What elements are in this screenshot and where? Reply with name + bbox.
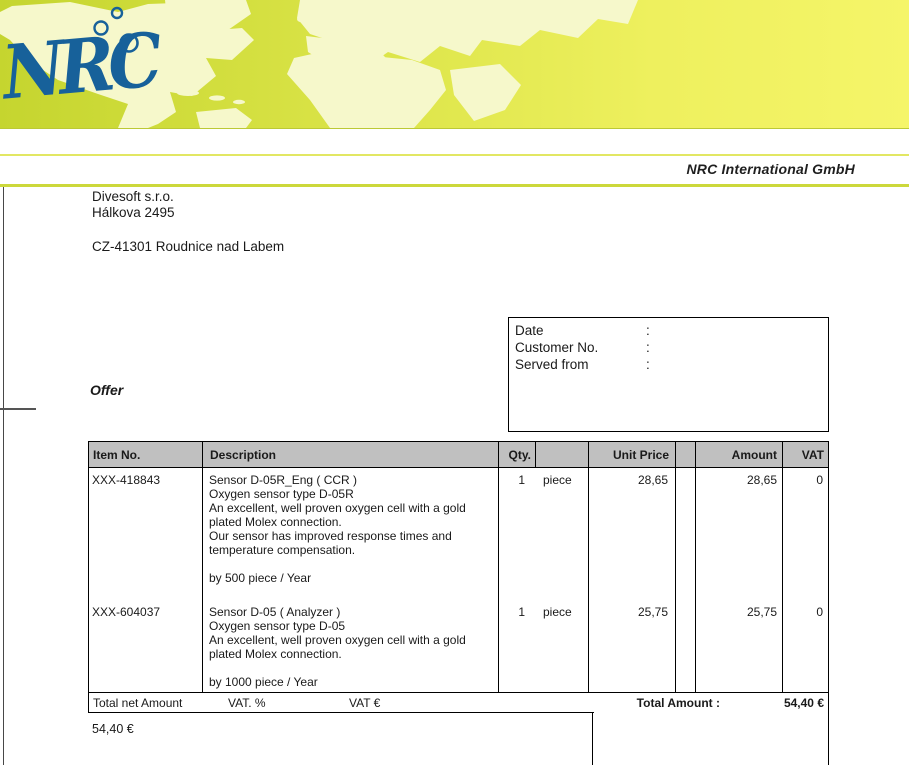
row-qty: 1 [498,605,525,619]
column-divider [675,468,676,692]
header-unit [536,442,589,467]
row-vat: 0 [763,605,823,619]
offer-document-page: NRC NRC International GmbH Divesoft s.r.… [0,0,909,765]
description-line: Oxygen sensor type D-05 [209,619,495,633]
items-table: Item No. Description Qty. Unit Price Amo… [88,441,829,713]
recipient-street: Hálkova 2495 [92,205,284,221]
row-item-no: XXX-604037 [92,605,160,619]
row-description: Sensor D-05R_Eng ( CCR ) Oxygen sensor t… [209,473,495,585]
lower-box-right-border [828,713,829,765]
row-description: Sensor D-05 ( Analyzer ) Oxygen sensor t… [209,605,495,689]
footer-partial-border [89,712,594,713]
customer-colon: : [646,339,828,356]
description-line [209,661,495,675]
recipient-address: Divesoft s.r.o. Hálkova 2495 CZ-41301 Ro… [92,189,284,255]
description-line: plated Molex connection. [209,647,495,661]
row-vat: 0 [763,473,823,487]
description-line [209,557,495,571]
description-line: An excellent, well proven oxygen cell wi… [209,633,495,647]
nrc-logo: NRC [0,0,170,120]
fold-mark [0,408,36,410]
total-amount-value: 54,40 € [784,696,824,710]
divider-rule-top [0,154,909,156]
header-item-no: Item No. [89,442,203,467]
description-line: Sensor D-05R_Eng ( CCR ) [209,473,495,487]
header-qty: Qty. [499,442,536,467]
column-divider [202,468,203,692]
nrc-logo-text: NRC [0,15,165,116]
row-item-no: XXX-418843 [92,473,160,487]
description-line: temperature compensation. [209,543,495,557]
row-unit-price: 28,65 [588,473,668,487]
header-amount: Amount [696,442,783,467]
column-divider [498,468,499,692]
logo-bubble-icon [112,8,122,18]
row-unit: piece [543,605,572,619]
header-gap [676,442,696,467]
description-line: Our sensor has improved response times a… [209,529,495,543]
vat-eur-label: VAT € [349,696,380,710]
header-description: Description [203,442,499,467]
info-row-date: Date: [509,322,828,339]
column-divider [588,468,589,692]
table-border-left [88,468,89,692]
table-body: XXX-418843 Sensor D-05R_Eng ( CCR ) Oxyg… [88,468,829,692]
served-from-label: Served from [515,356,646,373]
row-qty: 1 [498,473,525,487]
info-row-served: Served from: [509,356,828,373]
table-border-right [828,468,829,692]
divider-rule-bottom [0,184,909,187]
row-unit-price: 25,75 [588,605,668,619]
header-band: NRC [0,0,909,129]
page-edge-line [3,187,4,765]
column-divider [782,468,783,692]
total-net-label: Total net Amount [93,696,182,710]
description-line: by 1000 piece / Year [209,675,495,689]
description-line: Oxygen sensor type D-05R [209,487,495,501]
recipient-name: Divesoft s.r.o. [92,189,284,205]
info-row-customer: Customer No.: [509,339,828,356]
date-colon: : [646,322,828,339]
table-footer-row: Total net Amount VAT. % VAT € Total Amou… [88,692,829,713]
customer-no-label: Customer No. [515,339,646,356]
served-colon: : [646,356,828,373]
net-total-value: 54,40 € [92,722,134,736]
description-line: Sensor D-05 ( Analyzer ) [209,605,495,619]
vat-percent-label: VAT. % [228,696,266,710]
order-info-box: Date: Customer No.: Served from: [508,317,829,432]
date-label: Date [515,322,646,339]
description-line: An excellent, well proven oxygen cell wi… [209,501,495,515]
company-name: NRC International GmbH [686,161,855,177]
column-divider [695,468,696,692]
description-line: plated Molex connection. [209,515,495,529]
description-line: by 500 piece / Year [209,571,495,585]
table-header-row: Item No. Description Qty. Unit Price Amo… [88,441,829,468]
total-amount-label: Total Amount : [637,696,720,710]
lower-box-left-border [592,713,593,765]
header-unit-price: Unit Price [589,442,676,467]
recipient-city: CZ-41301 Roudnice nad Labem [92,239,284,255]
header-vat: VAT [783,442,828,467]
row-unit: piece [543,473,572,487]
document-title: Offer [90,382,123,398]
